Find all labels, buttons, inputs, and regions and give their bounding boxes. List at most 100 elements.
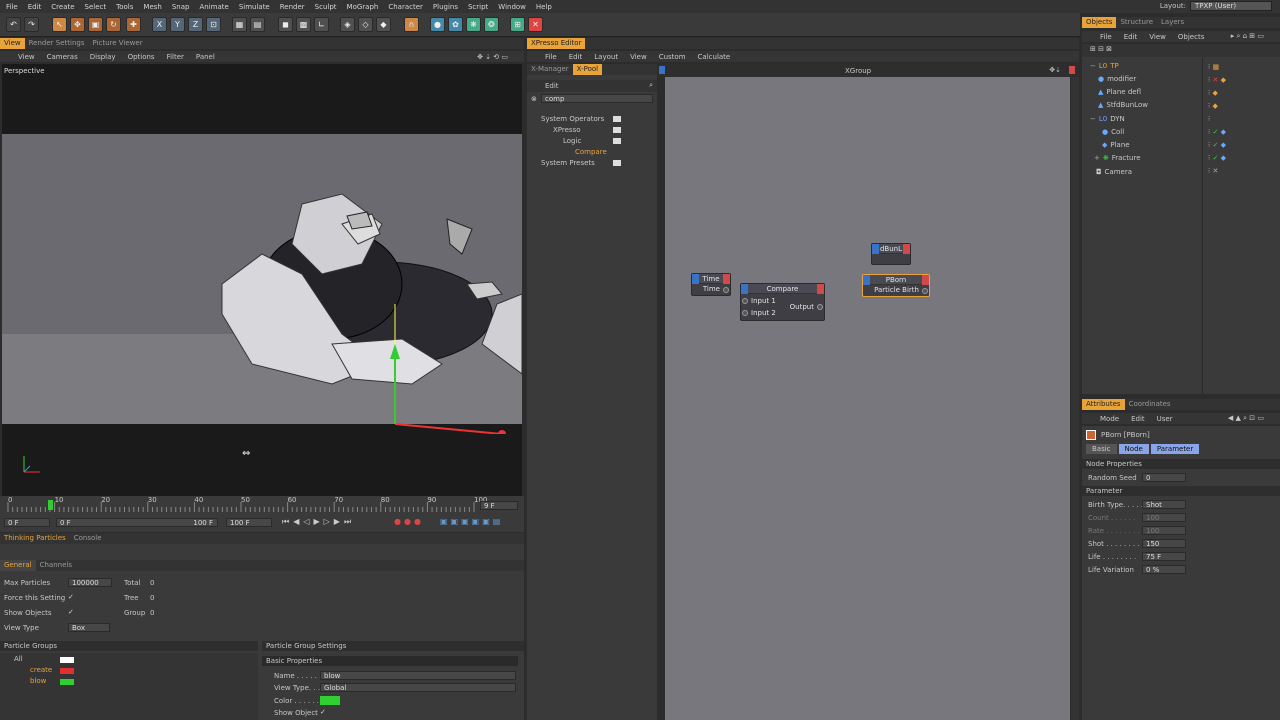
group-item-blow[interactable]: blow — [30, 677, 90, 687]
attr-menu-edit[interactable]: Edit — [1131, 415, 1145, 423]
attr-menu-mode[interactable]: Mode — [1100, 415, 1119, 423]
object-row-camera[interactable]: ◘ Camera — [1096, 167, 1132, 178]
nurbs-icon[interactable]: ❋ — [466, 17, 481, 32]
time-node[interactable]: Time Time — [691, 273, 731, 296]
create-icon[interactable]: ✚ — [126, 17, 141, 32]
menu-render[interactable]: Render — [280, 3, 305, 11]
layout-dropdown[interactable]: TPXP (User) — [1190, 1, 1272, 11]
subtab-node[interactable]: Node — [1118, 444, 1149, 454]
life-variation-field[interactable]: 0 % — [1142, 565, 1186, 574]
vp-menu-panel[interactable]: Panel — [196, 53, 215, 61]
vp-menu-cameras[interactable]: Cameras — [47, 53, 78, 61]
menu-snap[interactable]: Snap — [172, 3, 190, 11]
object-row-coll[interactable]: ● Coll — [1102, 127, 1124, 138]
select-arrow-icon[interactable]: ↖ — [52, 17, 67, 32]
z-axis-icon[interactable]: Z — [188, 17, 203, 32]
frame-range-slider[interactable]: 0 F 100 F — [56, 518, 218, 527]
input-port[interactable] — [863, 275, 870, 285]
tree-item[interactable]: System Operators — [541, 114, 604, 125]
undo-icon[interactable]: ↶ — [6, 17, 21, 32]
scene-icon[interactable]: ⊞ — [510, 17, 525, 32]
vp-menu-filter[interactable]: Filter — [167, 53, 184, 61]
tree-item[interactable]: Compare — [575, 147, 607, 158]
point-icon[interactable]: ◇ — [358, 17, 373, 32]
tab-layers[interactable]: Layers — [1157, 17, 1188, 28]
input-port[interactable] — [741, 284, 748, 294]
tab-x-manager[interactable]: X-Manager — [527, 64, 573, 75]
menu-script[interactable]: Script — [468, 3, 488, 11]
primitive-icon[interactable]: ● — [430, 17, 445, 32]
object-row-modifier[interactable]: ● modifier — [1098, 74, 1136, 85]
vp-menu-view[interactable]: View — [18, 53, 35, 61]
object-row-fracture[interactable]: + ❋ Fracture — [1094, 153, 1141, 164]
timeline-playhead[interactable] — [47, 500, 53, 510]
menu-sculpt[interactable]: Sculpt — [315, 3, 337, 11]
tab-render-settings[interactable]: Render Settings — [25, 38, 89, 49]
tab-console[interactable]: Console — [70, 533, 106, 544]
compare-node[interactable]: Compare Input 1 Input 2 Output — [740, 283, 825, 321]
tab-structure[interactable]: Structure — [1116, 17, 1157, 28]
menu-tools[interactable]: Tools — [116, 3, 133, 11]
xgroup-nav-icon[interactable]: ✥⇣ — [1049, 66, 1061, 74]
birth-type-dropdown[interactable]: Shot — [1142, 500, 1186, 509]
clear-search-icon[interactable]: ⊗ — [531, 95, 537, 103]
xp-menu-layout[interactable]: Layout — [594, 53, 618, 61]
menu-mograph[interactable]: MoGraph — [347, 3, 379, 11]
object-row-plane-defl[interactable]: ▲ Plane defl — [1098, 87, 1141, 98]
view-type-dropdown[interactable]: Box — [68, 623, 110, 632]
key-mode-icon[interactable]: ▣▣▣▣▣▤ — [440, 517, 503, 526]
tab-picture-viewer[interactable]: Picture Viewer — [88, 38, 146, 49]
compare-output-port[interactable] — [817, 304, 823, 310]
viewport-3d[interactable]: Perspective ⇔ — [2, 64, 522, 496]
magnet-icon[interactable]: ∩ — [404, 17, 419, 32]
output-port[interactable] — [903, 244, 910, 254]
tree-item[interactable]: XPresso — [553, 125, 581, 136]
tab-x-pool[interactable]: X-Pool — [572, 64, 603, 75]
pborn-output-port[interactable] — [922, 288, 928, 294]
checker-icon[interactable]: ▩ — [296, 17, 311, 32]
view-type2-dropdown[interactable]: Global — [320, 683, 516, 692]
deformer-icon[interactable]: ❂ — [484, 17, 499, 32]
move-icon[interactable]: ✥ — [70, 17, 85, 32]
light-icon[interactable]: ✕ — [528, 17, 543, 32]
y-axis-icon[interactable]: Y — [170, 17, 185, 32]
obj-menu-objects[interactable]: Objects — [1178, 33, 1204, 41]
obj-menu-edit[interactable]: Edit — [1124, 33, 1138, 41]
xgroup-input-port[interactable] — [659, 66, 665, 74]
menu-character[interactable]: Character — [388, 3, 423, 11]
xpresso-canvas[interactable]: Time Time Compare Input 1 Input 2 Output… — [665, 77, 1070, 720]
xpool-edit-menu[interactable]: Edit — [545, 82, 559, 90]
search-icon[interactable]: ⌕ — [649, 81, 653, 90]
viewport-nav-icons[interactable]: ✥ ⇣ ⟲ ▭ — [477, 53, 508, 61]
xp-menu-file[interactable]: File — [545, 53, 557, 61]
menu-animate[interactable]: Animate — [199, 3, 228, 11]
subtab-channels[interactable]: Channels — [36, 560, 76, 571]
subtab-basic[interactable]: Basic — [1086, 444, 1117, 454]
spline-icon[interactable]: ✿ — [448, 17, 463, 32]
xpresso-scrollbar[interactable] — [1071, 77, 1079, 720]
coord-system-icon[interactable]: ⊡ — [206, 17, 221, 32]
current-frame-field[interactable]: 9 F — [480, 501, 518, 510]
tree-item[interactable]: Logic — [563, 136, 581, 147]
tab-view[interactable]: View — [0, 38, 25, 49]
output-port[interactable] — [817, 284, 824, 294]
input-port[interactable] — [872, 244, 879, 254]
cube-icon[interactable]: ◼ — [278, 17, 293, 32]
object-row-dyn[interactable]: − L0 DYN — [1090, 114, 1125, 125]
menu-mesh[interactable]: Mesh — [143, 3, 161, 11]
obj-menu-file[interactable]: File — [1100, 33, 1112, 41]
menu-edit[interactable]: Edit — [28, 3, 42, 11]
playback-controls-icon[interactable]: ⏮◀◁▶▷▶⏭ — [282, 517, 355, 527]
menu-window[interactable]: Window — [498, 3, 526, 11]
xp-menu-view[interactable]: View — [630, 53, 647, 61]
render-view-icon[interactable]: ▦ — [232, 17, 247, 32]
model-icon[interactable]: ◈ — [340, 17, 355, 32]
objects-toolbar-icons[interactable]: ▸ ⌕ ⌂ ⊞ ▭ — [1231, 32, 1264, 41]
tab-attributes[interactable]: Attributes — [1082, 399, 1125, 410]
name-field[interactable]: blow — [320, 671, 516, 680]
attributes-nav-icons[interactable]: ◀ ▲ ⌕ ⊡ ▭ — [1228, 414, 1264, 423]
show-objects-checkbox[interactable]: ✓ — [68, 608, 74, 616]
record-keys-icon[interactable]: ●●● — [394, 517, 424, 526]
subtab-parameter[interactable]: Parameter — [1150, 444, 1200, 454]
menu-select[interactable]: Select — [85, 3, 107, 11]
